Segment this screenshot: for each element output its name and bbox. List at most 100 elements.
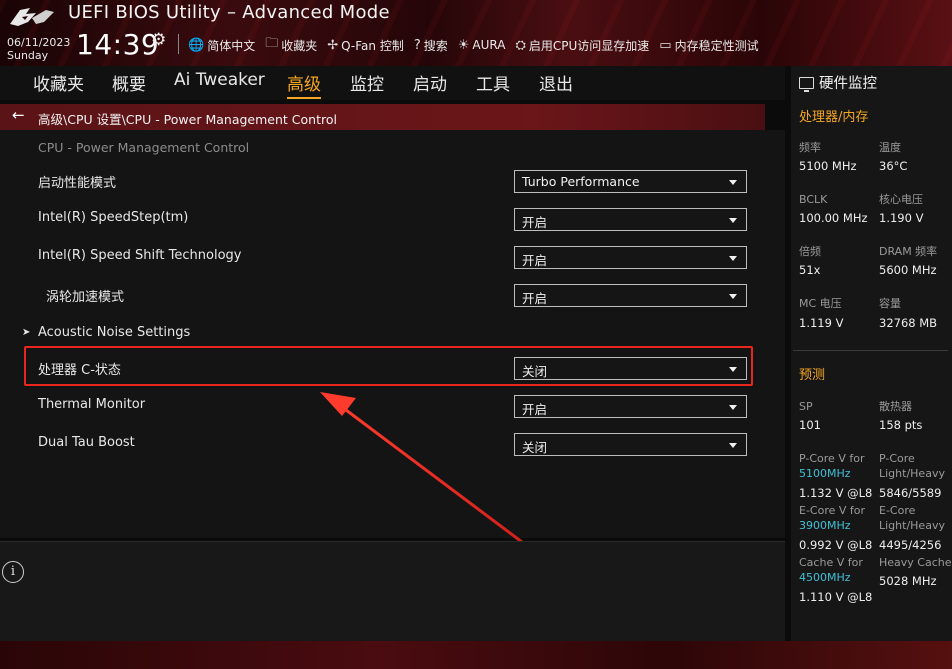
toolbar-item-fan[interactable]: ✢ Q-Fan 控制 bbox=[327, 34, 404, 56]
ratio-value: 51x bbox=[799, 263, 821, 277]
chevron-down-icon bbox=[729, 256, 737, 261]
select-value: 关闭 bbox=[522, 364, 548, 379]
toolbar-item-search[interactable]: ? 搜索 bbox=[414, 34, 448, 56]
resize-bar-icon: ⛭ bbox=[515, 37, 526, 53]
submenu-acoustic-noise-settings[interactable]: Acoustic Noise Settings bbox=[38, 325, 190, 340]
setting-label-turbo-mode: 涡轮加速模式 bbox=[46, 290, 125, 305]
toolbar-item-label: 启用CPU访问显存加速 bbox=[528, 38, 650, 53]
clock-settings-gear-icon[interactable]: ⚙ bbox=[151, 30, 166, 50]
chevron-down-icon bbox=[729, 443, 737, 448]
tab-ai-tweaker[interactable]: Ai Tweaker bbox=[174, 70, 265, 92]
chevron-down-icon bbox=[729, 294, 737, 299]
submenu-arrow-icon: ➤ bbox=[22, 327, 31, 338]
core-voltage-value: 1.190 V bbox=[879, 211, 924, 225]
cpu-temperature-value: 36°C bbox=[879, 159, 908, 173]
mc-voltage-value: 1.119 V bbox=[799, 316, 844, 330]
cpu-frequency-label: 频率 bbox=[799, 141, 821, 154]
setting-label-boot-performance-mode: 启动性能模式 bbox=[38, 176, 117, 191]
cache-frequency: 4500MHz bbox=[799, 571, 851, 584]
toolbar-item-label: Q-Fan 控制 bbox=[341, 38, 404, 53]
search-icon: ? bbox=[413, 37, 421, 53]
cache-voltage-value: 1.110 V @L8 bbox=[799, 590, 873, 604]
breadcrumb: ← 高级\CPU 设置\CPU - Power Management Contr… bbox=[0, 104, 765, 130]
tab-exit[interactable]: 退出 bbox=[539, 70, 573, 97]
boot-performance-mode-select[interactable]: Turbo Performance bbox=[514, 170, 747, 193]
setting-label-speed-shift: Intel(R) Speed Shift Technology bbox=[38, 248, 242, 263]
cache-voltage-label: Cache V for bbox=[799, 556, 863, 569]
mc-voltage-label: MC 电压 bbox=[799, 297, 842, 310]
toolbar-item-label: 内存稳定性测试 bbox=[674, 38, 759, 53]
settings-panel: CPU - Power Management Control 启动性能模式 Tu… bbox=[0, 130, 785, 538]
sp-value: 101 bbox=[799, 418, 821, 432]
clock-display: 14:39 bbox=[76, 28, 160, 61]
setting-label-thermal-monitor: Thermal Monitor bbox=[38, 397, 146, 412]
speedstep-select[interactable]: 开启 bbox=[514, 208, 747, 231]
section-title: CPU - Power Management Control bbox=[38, 140, 250, 155]
ecore-light-heavy-value: 4495/4256 bbox=[879, 538, 942, 552]
c-states-select[interactable]: 关闭 bbox=[514, 357, 747, 380]
toolbar-item-globe[interactable]: 🌐 简体中文 bbox=[188, 34, 255, 56]
toolbar: 🌐 简体中文 🗀 收藏夹 ✢ Q-Fan 控制 ? 搜索 ☀ AURA ⛭ 启用CPU访问显存加速 ▭ 内… bbox=[188, 34, 759, 56]
thermal-monitor-select[interactable]: 开启 bbox=[514, 395, 747, 418]
speed-shift-select[interactable]: 开启 bbox=[514, 246, 747, 269]
toolbar-item-memtest[interactable]: ▭ 内存稳定性测试 bbox=[659, 34, 758, 56]
sp-label: SP bbox=[799, 400, 813, 413]
info-icon[interactable]: i bbox=[2, 561, 24, 583]
ecore-voltage-value: 0.992 V @L8 bbox=[799, 538, 873, 552]
setting-label-speedstep: Intel(R) SpeedStep(tm) bbox=[38, 210, 189, 225]
tab-boot[interactable]: 启动 bbox=[413, 70, 447, 97]
divider bbox=[793, 350, 948, 351]
tab-advanced[interactable]: 高级 bbox=[287, 70, 321, 99]
chevron-down-icon bbox=[729, 180, 737, 185]
divider bbox=[178, 34, 179, 54]
day-text: Sunday bbox=[7, 49, 49, 62]
pcore-light-heavy-value: 5846/5589 bbox=[879, 486, 942, 500]
hardware-monitor-title: 硬件监控 bbox=[799, 72, 877, 93]
pcore-frequency: 5100MHz bbox=[799, 467, 851, 480]
setting-label-dual-tau-boost: Dual Tau Boost bbox=[38, 435, 135, 450]
cooler-label: 散热器 bbox=[879, 400, 912, 413]
heavy-cache-value: 5028 MHz bbox=[879, 574, 937, 588]
back-arrow-icon[interactable]: ← bbox=[12, 106, 25, 124]
cooler-value: 158 pts bbox=[879, 418, 923, 432]
select-value: 开启 bbox=[522, 402, 548, 417]
tab-main[interactable]: 概要 bbox=[112, 70, 146, 97]
hardware-monitor-title-text: 硬件监控 bbox=[819, 76, 877, 92]
chevron-down-icon bbox=[729, 367, 737, 372]
globe-icon: 🌐 bbox=[188, 37, 205, 53]
pcore-voltage-label: P-Core V for bbox=[799, 452, 865, 465]
toolbar-item-label: 简体中文 bbox=[207, 38, 256, 53]
tab-favorites[interactable]: 收藏夹 bbox=[33, 70, 84, 97]
select-value: 关闭 bbox=[522, 440, 548, 455]
setting-label-c-states: 处理器 C-状态 bbox=[38, 363, 121, 378]
toolbar-item-resize-bar[interactable]: ⛭ 启用CPU访问显存加速 bbox=[515, 34, 649, 56]
bclk-value: 100.00 MHz bbox=[799, 211, 868, 225]
bclk-label: BCLK bbox=[799, 193, 828, 206]
toolbar-item-aura[interactable]: ☀ AURA bbox=[458, 34, 506, 56]
dram-frequency-label: DRAM 频率 bbox=[879, 245, 938, 258]
select-value: Turbo Performance bbox=[522, 174, 640, 189]
cpu-frequency-value: 5100 MHz bbox=[799, 159, 857, 173]
dual-tau-boost-select[interactable]: 关闭 bbox=[514, 433, 747, 456]
core-voltage-label: 核心电压 bbox=[879, 193, 923, 206]
toolbar-item-favorites[interactable]: 🗀 收藏夹 bbox=[265, 34, 317, 56]
dram-frequency-value: 5600 MHz bbox=[879, 263, 937, 277]
pcore-light-heavy-label-2: Light/Heavy bbox=[879, 467, 945, 480]
app-title: UEFI BIOS Utility – Advanced Mode bbox=[68, 2, 390, 23]
pcore-light-heavy-label: P-Core bbox=[879, 452, 915, 465]
ratio-label: 倍频 bbox=[799, 245, 821, 258]
toolbar-item-label: 收藏夹 bbox=[281, 38, 318, 53]
select-value: 开启 bbox=[522, 215, 548, 230]
aura-icon: ☀ bbox=[457, 37, 470, 53]
turbo-mode-select[interactable]: 开启 bbox=[514, 284, 747, 307]
pcore-voltage-value: 1.132 V @L8 bbox=[799, 486, 873, 500]
capacity-label: 容量 bbox=[879, 297, 901, 310]
favorites-icon: 🗀 bbox=[265, 36, 279, 51]
date-display: 06/11/2023 Sunday bbox=[7, 36, 70, 62]
cpu-memory-section-title: 处理器/内存 bbox=[799, 110, 869, 125]
tab-tool[interactable]: 工具 bbox=[476, 70, 510, 97]
ecore-light-heavy-label: E-Core bbox=[879, 504, 916, 517]
title-bar: UEFI BIOS Utility – Advanced Mode 06/11/… bbox=[0, 0, 952, 66]
main-menu: 收藏夹 概要 Ai Tweaker 高级 监控 启动 工具 退出 bbox=[0, 66, 785, 100]
tab-monitor[interactable]: 监控 bbox=[350, 70, 384, 97]
